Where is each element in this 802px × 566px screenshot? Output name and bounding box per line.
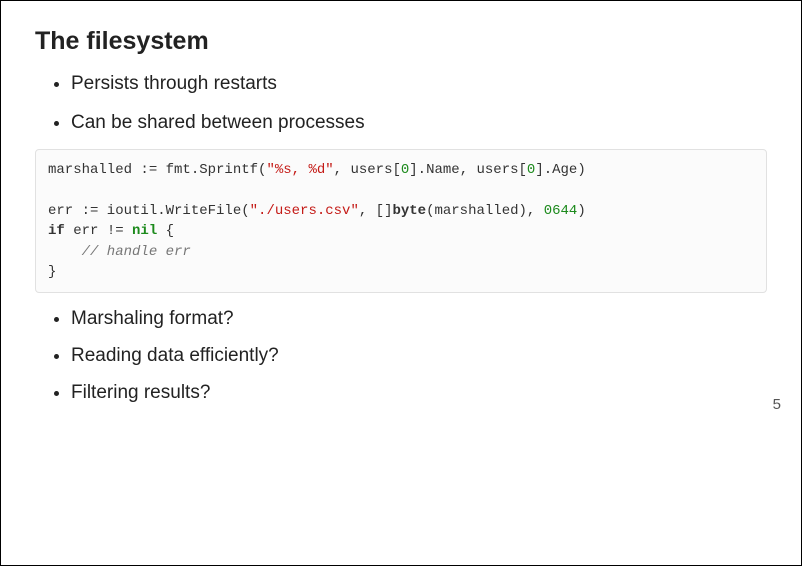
slide-title: The filesystem xyxy=(35,27,767,56)
code-text: , users[ xyxy=(334,162,401,178)
page-number: 5 xyxy=(773,396,781,413)
list-item: Filtering results? xyxy=(71,381,767,406)
code-number: 0644 xyxy=(544,203,578,219)
code-keyword: nil xyxy=(132,223,157,239)
code-text: marshalled := fmt.Sprintf( xyxy=(48,162,266,178)
list-item: Persists through restarts xyxy=(71,72,767,97)
code-keyword: if xyxy=(48,223,65,239)
list-item: Reading data efficiently? xyxy=(71,344,767,369)
slide: The filesystem Persists through restarts… xyxy=(0,0,802,566)
code-text: ) xyxy=(577,203,585,219)
code-text: err := ioutil.WriteFile( xyxy=(48,203,250,219)
code-text: (marshalled), xyxy=(426,203,544,219)
code-string: "./users.csv" xyxy=(250,203,359,219)
code-comment: // handle err xyxy=(48,244,191,260)
bullet-list-bottom: Marshaling format? Reading data efficien… xyxy=(35,307,767,405)
bullet-list-top: Persists through restarts Can be shared … xyxy=(35,72,767,135)
list-item: Marshaling format? xyxy=(71,307,767,332)
code-text: ].Name, users[ xyxy=(409,162,527,178)
code-keyword: byte xyxy=(392,203,426,219)
code-string: "%s, %d" xyxy=(266,162,333,178)
code-text: ].Age) xyxy=(535,162,585,178)
code-text: { xyxy=(157,223,174,239)
code-text: , [] xyxy=(359,203,393,219)
code-text: } xyxy=(48,264,56,280)
code-text: err != xyxy=(65,223,132,239)
code-block: marshalled := fmt.Sprintf("%s, %d", user… xyxy=(35,149,767,293)
list-item: Can be shared between processes xyxy=(71,111,767,136)
